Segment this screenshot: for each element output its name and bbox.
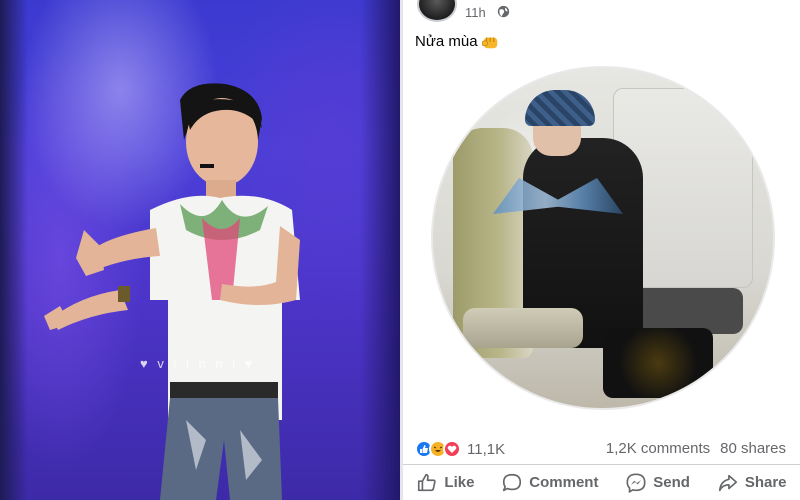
share-button[interactable]: Share — [717, 472, 787, 494]
comment-button[interactable]: Comment — [501, 472, 598, 494]
reaction-summary[interactable]: 11,1K — [415, 440, 505, 458]
send-label: Send — [653, 474, 690, 491]
airplane-seat-photo[interactable] — [431, 66, 775, 410]
like-button[interactable]: Like — [416, 472, 474, 494]
share-icon — [718, 474, 737, 491]
engagement-stats: 1,2K comments 80 shares — [606, 440, 786, 457]
share-label: Share — [744, 474, 787, 491]
post-header: 11h — [403, 0, 800, 24]
messenger-icon — [626, 472, 646, 493]
post-action-bar: Like Comment Send Share — [403, 464, 800, 500]
person-shorts — [603, 328, 713, 398]
caption-text: Nửa mùa — [415, 33, 478, 50]
shares-count[interactable]: 80 shares — [720, 440, 786, 457]
photo-watermark: ♥ v i i n n i ♥ — [140, 356, 256, 371]
comments-count[interactable]: 1,2K comments — [606, 440, 710, 457]
post-caption: Nửa mùa — [415, 33, 500, 50]
comment-icon — [503, 473, 522, 491]
like-label: Like — [444, 474, 475, 491]
person-cap — [525, 90, 595, 126]
concert-photo: ♥ v i i n n i ♥ — [0, 0, 400, 500]
author-avatar[interactable] — [417, 0, 457, 22]
fist-icon — [481, 37, 497, 48]
seat-armrest — [463, 308, 583, 348]
send-button[interactable]: Send — [625, 472, 690, 494]
comment-label: Comment — [529, 474, 599, 491]
like-icon — [418, 473, 437, 491]
love-icon — [443, 440, 461, 458]
performer-illustration — [44, 83, 300, 500]
globe-icon — [497, 5, 510, 18]
facebook-post: 11h Nửa mùa 11,1K 1,2K comments 80 share… — [403, 0, 800, 500]
post-timestamp[interactable]: 11h — [465, 5, 486, 20]
reaction-count: 11,1K — [467, 440, 506, 458]
